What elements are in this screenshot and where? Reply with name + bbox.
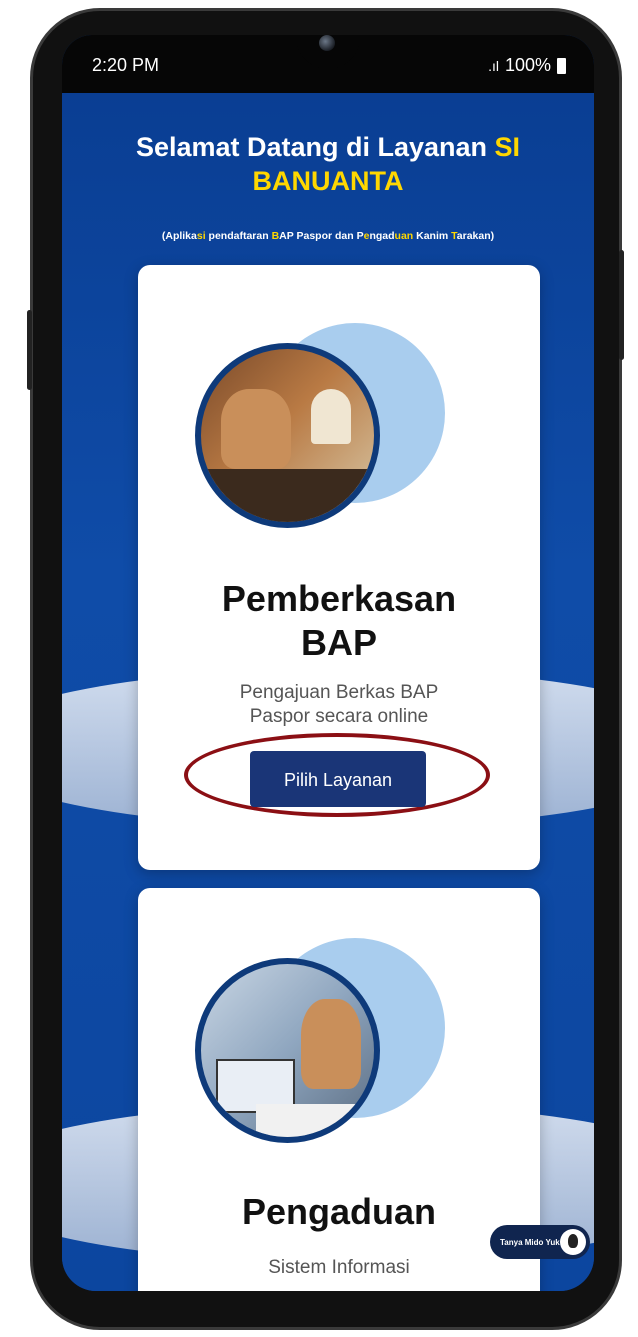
page-title: Selamat Datang di Layanan SI BANUANTA bbox=[135, 132, 521, 196]
battery-icon bbox=[557, 57, 566, 74]
service-card-bap: Pemberkasan BAP Pengajuan Berkas BAP Pas… bbox=[138, 265, 540, 870]
chat-widget-button[interactable]: Tanya Mido Yuk! bbox=[490, 1225, 590, 1259]
status-time: 2:20 PM bbox=[92, 55, 160, 75]
battery-percent: 100% bbox=[504, 55, 551, 75]
officer-computer-image bbox=[195, 958, 380, 1143]
chat-widget-label: Tanya Mido Yuk! bbox=[500, 1237, 563, 1247]
subtitle-segment: (Aplika bbox=[161, 230, 197, 242]
subtitle-segment: arakan) bbox=[456, 230, 495, 242]
card-title: Pengaduan bbox=[241, 1191, 437, 1232]
subtitle-segment: ngad bbox=[369, 230, 395, 242]
subtitle-segment: uan bbox=[394, 230, 414, 242]
subtitle-segment: AP Paspor dan P bbox=[279, 230, 364, 242]
power-button bbox=[619, 250, 624, 360]
subtitle-segment: si bbox=[196, 230, 206, 242]
card-description: Sistem Informasi bbox=[268, 1257, 410, 1278]
signal-icon: .ıl bbox=[488, 57, 499, 74]
volume-button bbox=[27, 310, 32, 390]
illustration-officer-computer bbox=[195, 938, 455, 1168]
card-description: Pengajuan Berkas BAP Paspor secara onlin… bbox=[239, 682, 439, 727]
phone-screen: 2:20 PM .ıl 100% Selamat Datang di Layan… bbox=[62, 35, 594, 1291]
card-title: Pemberkasan BAP bbox=[221, 578, 457, 663]
page-subtitle: (Aplikasi pendaftaran BAP Paspor dan Pen… bbox=[62, 230, 594, 242]
front-camera bbox=[296, 35, 360, 69]
officer-serving-image bbox=[195, 343, 380, 528]
camera-lens-icon bbox=[319, 35, 335, 51]
service-card-pengaduan: Pengaduan Sistem Informasi bbox=[138, 888, 540, 1291]
subtitle-segment: pendaftaran bbox=[205, 230, 272, 242]
status-bar: 2:20 PM .ıl 100% bbox=[62, 35, 594, 93]
pilih-layanan-button[interactable]: Pilih Layanan bbox=[250, 751, 426, 807]
subtitle-segment: Kanim bbox=[413, 230, 452, 242]
chat-avatar-icon bbox=[560, 1229, 586, 1255]
status-right: .ıl 100% bbox=[488, 55, 566, 76]
illustration-officer-serving bbox=[195, 323, 455, 553]
